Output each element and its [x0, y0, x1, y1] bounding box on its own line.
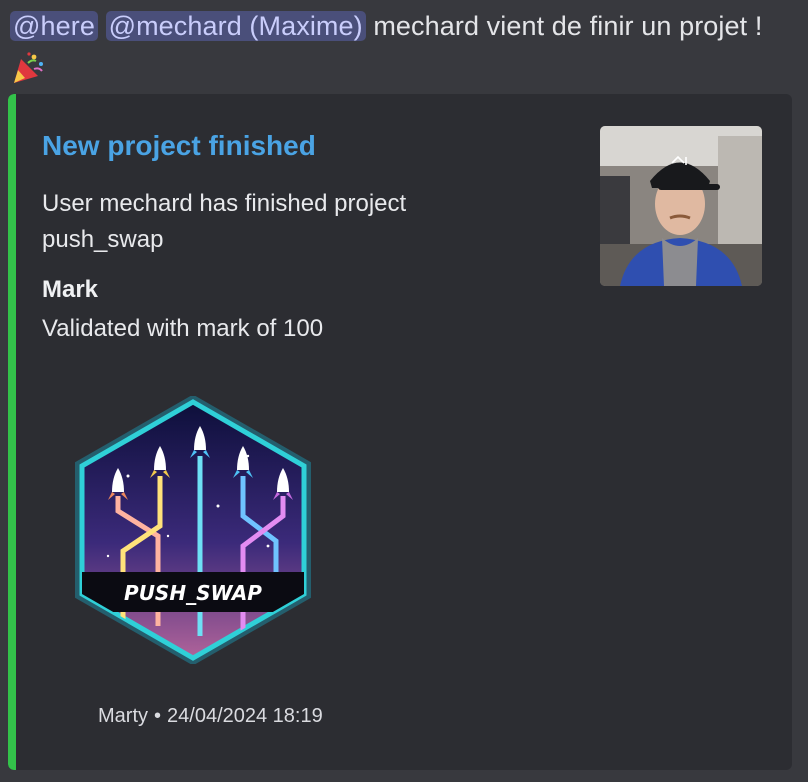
footer-timestamp: 24/04/2024 18:19 — [167, 705, 323, 727]
badge-label: PUSH_SWAP — [124, 581, 262, 605]
embed-field-name: Mark — [42, 276, 99, 303]
mention-user[interactable]: @mechard (Maxime) — [105, 11, 366, 41]
mention-here[interactable]: @here — [10, 11, 98, 41]
footer-separator: • — [154, 705, 162, 727]
description-line-1: User mechard has finished project — [42, 190, 407, 217]
party-popper-icon — [12, 51, 46, 98]
embed-accent-bar — [8, 94, 16, 770]
user-avatar-thumbnail[interactable] — [600, 126, 762, 286]
project-badge-image[interactable]: PUSH_SWAP — [68, 394, 318, 666]
chat-message: @here @mechard (Maxime) mechard vient de… — [0, 0, 808, 782]
embed-title[interactable]: New project finished — [42, 130, 316, 162]
embed-card: New project finished User mechard has fi… — [8, 94, 792, 770]
description-line-2: push_swap — [42, 226, 164, 253]
embed-field-value: Validated with mark of 100 — [42, 315, 324, 342]
message-content: @here @mechard (Maxime) mechard vient de… — [10, 4, 790, 98]
embed-footer: Marty • 24/04/2024 18:19 — [98, 705, 323, 728]
footer-author: Marty — [98, 705, 148, 727]
embed-description: User mechard has finished project push_s… — [42, 186, 542, 258]
message-text: mechard vient de finir un projet ! — [365, 11, 763, 41]
